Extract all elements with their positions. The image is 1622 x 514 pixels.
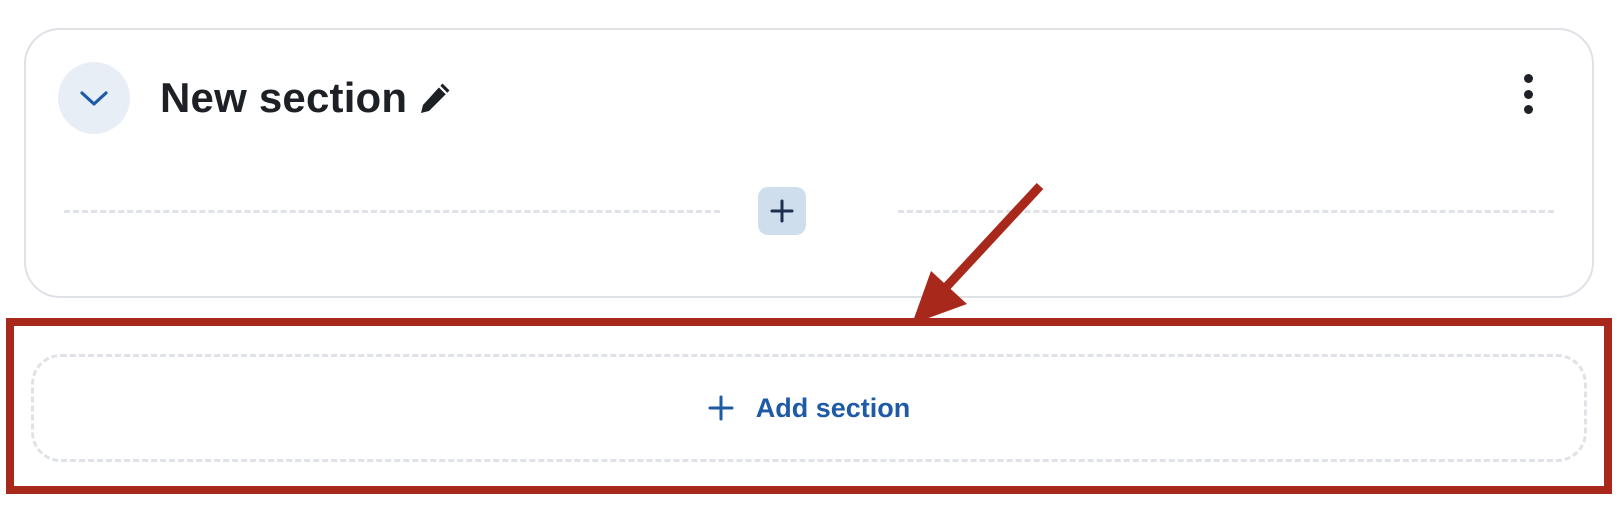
plus-icon	[770, 199, 794, 223]
kebab-dot	[1523, 74, 1533, 83]
add-section-label: Add section	[755, 392, 911, 423]
collapse-section-button[interactable]	[58, 62, 130, 134]
section-header: New section	[160, 68, 453, 128]
add-section-button[interactable]: Add section	[31, 354, 1587, 462]
section-title: New section	[160, 74, 408, 121]
activity-divider	[64, 187, 1554, 237]
divider-line-left	[64, 210, 720, 213]
plus-icon	[708, 395, 734, 421]
divider-line-right	[898, 210, 1554, 213]
kebab-dot	[1523, 105, 1533, 114]
add-activity-button[interactable]	[758, 187, 806, 235]
annotation-highlight-box: Add section	[6, 318, 1612, 494]
chevron-down-icon	[80, 91, 108, 106]
section-menu-button[interactable]	[1520, 74, 1536, 114]
section-card: New section	[24, 28, 1594, 298]
kebab-dot	[1523, 89, 1533, 99]
pencil-icon[interactable]	[417, 80, 453, 116]
